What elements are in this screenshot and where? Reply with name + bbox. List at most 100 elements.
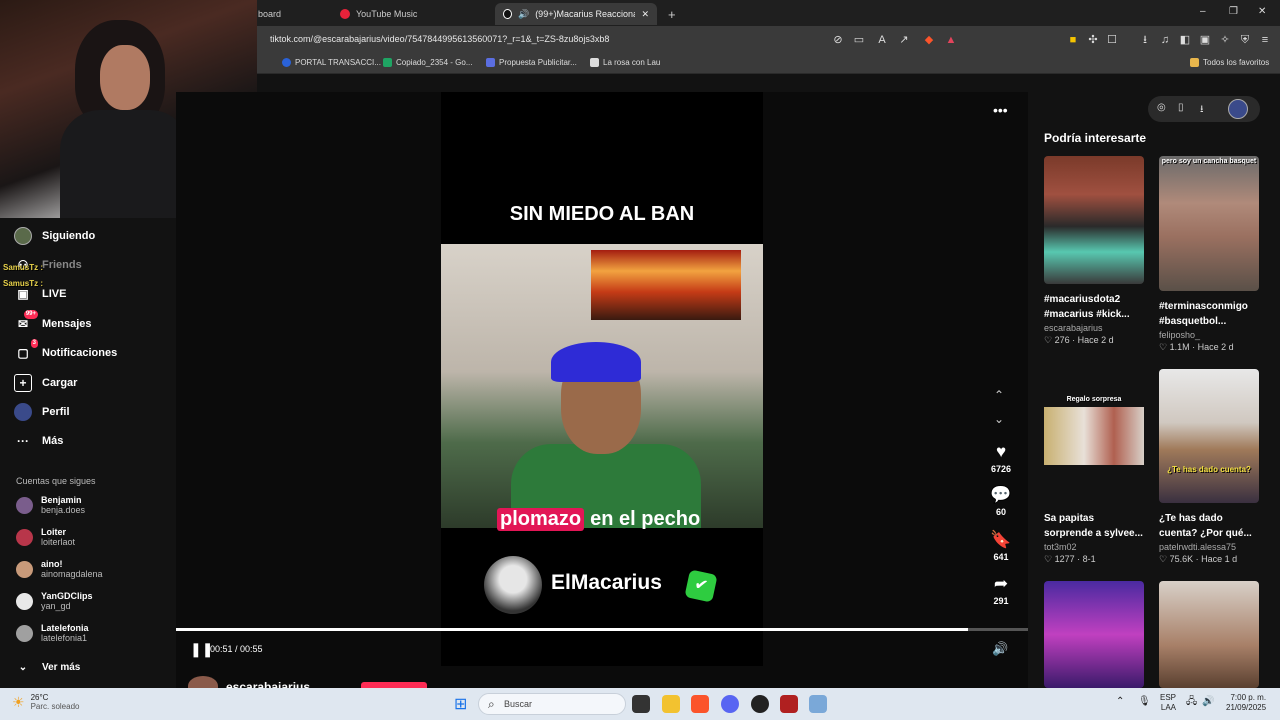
like-action[interactable]: ♥ 6726 [988,442,1014,474]
account-item[interactable]: Benjamin benja.does [16,495,85,515]
bookmark-portal[interactable]: PORTAL TRANSACCI... [282,58,381,67]
no-camera-icon[interactable]: ⊘ [832,34,844,46]
streamer-cap [551,342,641,382]
extensions-icon[interactable]: ✣ [1087,34,1099,46]
file-explorer-icon[interactable] [662,695,680,713]
task-view-icon[interactable] [632,695,650,713]
see-more-button[interactable]: ⌄ Ver más [14,658,81,676]
video-menu-icon[interactable]: ••• [993,102,1008,118]
music-icon[interactable]: ♫ [1159,34,1171,46]
language-indicator[interactable]: ESP LAA [1160,693,1176,713]
brave-shield-icon[interactable]: ◆ [923,34,935,46]
close-window-button[interactable]: ✕ [1258,6,1266,17]
recommendation-card[interactable]: Regalo sorpresa Sa papitas sorprende a s… [1044,369,1144,565]
save-action[interactable]: 🔖 641 [988,530,1014,562]
url-field[interactable]: tiktok.com/@escarabajarius/video/7547844… [270,34,609,44]
video-thumbnail: Regalo sorpresa [1044,369,1144,503]
chevron-up-icon[interactable]: ⌃ [1116,697,1124,707]
account-item[interactable]: YanGDClips yan_gd [16,591,93,611]
compass-icon[interactable]: ◎ [1157,102,1166,113]
recommendation-card[interactable] [1044,581,1144,688]
recommendations-header: Podría interesarte [1044,131,1147,145]
sidebar-item-profile[interactable]: Perfil [14,403,70,421]
account-item[interactable]: Latelefonia latelefonia1 [16,623,89,643]
sidebar-item-following[interactable]: Siguiendo [14,227,95,245]
menu-icon[interactable]: ≡ [1259,34,1271,46]
vpn-icon[interactable]: ⛨ [1239,34,1251,46]
profile-icon [14,403,32,421]
left-sidebar: Siguiendo ⚇ Friends ▣ LIVE ✉ 99+ Mensajes… [0,218,176,688]
share-action[interactable]: ➦ 291 [988,574,1014,606]
brave-rewards-icon[interactable]: ▲ [945,34,957,46]
verified-check-icon: ✔ [684,569,718,603]
taskbar-search[interactable]: ⌕ Buscar [478,693,626,715]
speaker-icon: 🔊 [517,8,530,19]
sidebar-item-upload[interactable]: + Cargar [14,374,77,392]
brave-browser-icon[interactable] [691,695,709,713]
share-icon[interactable]: ↗ [898,34,910,46]
ai-icon[interactable]: ✧ [1219,34,1231,46]
clock[interactable]: 7:00 p. m. 21/09/2025 [1226,693,1266,713]
wallet-icon[interactable]: ■ [1067,34,1079,46]
following-avatar-icon [14,227,32,245]
minimize-button[interactable]: – [1200,6,1206,17]
discord-icon[interactable] [721,695,739,713]
download-video-icon[interactable]: ⭳ [1200,102,1204,119]
bookmark-icon[interactable]: ☐ [1106,34,1118,46]
video-time: 00:51 / 00:55 [210,644,263,654]
bookmark-la-rosa[interactable]: La rosa con Lau [590,58,660,67]
snipping-tool-icon[interactable] [809,695,827,713]
avatar [16,496,33,514]
download-icon[interactable]: ⭳ [1139,34,1151,46]
tab-tiktok-active[interactable]: 🔊(99+)Macarius Reacciona a G✕ [495,3,657,25]
chevron-down-icon: ⌄ [18,661,28,673]
account-item[interactable]: Loiter loiterlaot [16,527,75,547]
save-count: 641 [993,552,1009,562]
new-tab-button[interactable]: + [660,3,684,25]
microphone-icon[interactable]: 🎙 [1138,697,1151,707]
user-avatar-icon[interactable] [1228,99,1248,119]
comment-action[interactable]: 💬 60 [988,485,1014,517]
recommendation-card[interactable] [1159,581,1259,688]
upload-icon: + [14,374,32,392]
recommendation-card[interactable]: pero soy un cancha basquet #terminasconm… [1159,156,1259,353]
wallet-card-icon[interactable]: ▣ [1199,34,1211,46]
sidebar-icon[interactable]: ◧ [1179,34,1191,46]
sidebar-item-messages[interactable]: ✉ 99+ Mensajes [14,310,92,333]
phone-icon[interactable]: ▯ [1178,102,1184,113]
windows-start-icon[interactable]: ⊞ [454,694,467,714]
video-thumbnail [1159,581,1259,688]
sun-icon: ☀ [12,693,25,710]
volume-tray-icon[interactable]: 🔊 [1202,697,1214,707]
volume-icon[interactable]: 🔊 [992,641,1008,657]
obs-icon[interactable] [751,695,769,713]
translate-icon[interactable]: A [876,34,888,46]
share-arrow-icon: ➦ [993,574,1009,593]
avatar [16,560,33,578]
page-icon [590,58,599,67]
recommendation-card[interactable]: #macariusdota2 #macarius #kick... escara… [1044,156,1144,346]
sidebar-item-more[interactable]: ··· Más [14,432,63,450]
more-icon: ··· [17,434,29,448]
close-tab-icon[interactable]: ✕ [641,9,649,20]
video-thumbnail [1044,581,1144,688]
video-progress-bar[interactable] [176,628,1028,631]
like-count: 6726 [990,464,1012,474]
right-tools: ◎ ▯ ⭳ [1148,96,1260,122]
sidebar-item-notifications[interactable]: ▢ 3 Notificaciones [14,339,117,362]
account-item[interactable]: aino! ainomagdalena [16,559,103,579]
network-icon[interactable]: 🖧 [1186,697,1197,707]
tab-youtube-music[interactable]: YouTube Music [332,3,425,25]
previous-video-icon[interactable]: ⌃ [994,388,1004,402]
heart-outline-icon: ♡ [1159,342,1168,352]
recommendation-card[interactable]: ¿Te has dado cuenta? ¿Te has dado cuenta… [1159,369,1259,565]
cast-icon[interactable]: ▭ [853,34,865,46]
following-accounts-header: Cuentas que sigues [16,476,96,486]
maximize-button[interactable]: ❐ [1229,6,1238,17]
dota-icon[interactable] [780,695,798,713]
bookmark-propuesta[interactable]: Propuesta Publicitar... [486,58,577,67]
next-video-icon[interactable]: ⌄ [994,412,1004,426]
bookmark-copiado[interactable]: Copiado_2354 - Go... [383,58,473,67]
all-bookmarks[interactable]: Todos los favoritos [1190,58,1269,67]
weather-widget[interactable]: ☀ 26°C Parc. soleado [12,693,79,711]
